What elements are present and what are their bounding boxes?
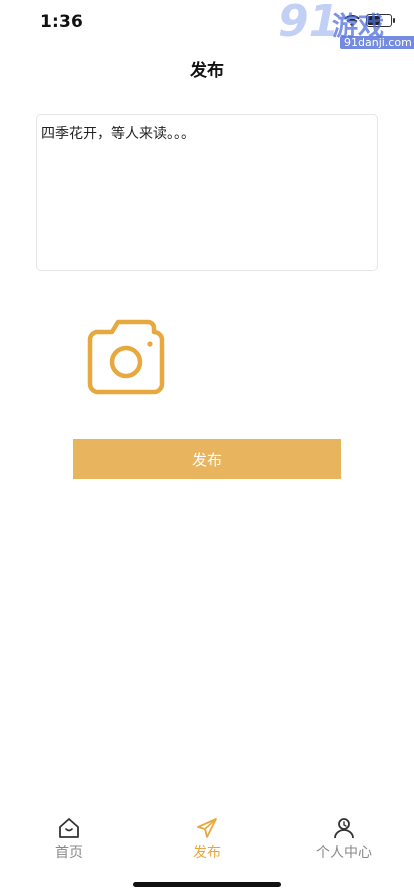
battery-fill (368, 16, 380, 25)
status-bar: 1:36 (0, 0, 414, 44)
user-icon (334, 818, 354, 839)
tab-home[interactable]: 首页 (24, 812, 114, 862)
page-title: 发布 (190, 61, 224, 81)
tab-label-home: 首页 (55, 845, 83, 861)
tab-bar: 首页 发布 个人中心 (0, 812, 414, 872)
wifi-icon (344, 14, 360, 26)
status-icons (344, 14, 395, 27)
add-photo-button[interactable] (86, 318, 166, 396)
status-time: 1:36 (40, 12, 84, 32)
battery-icon (366, 14, 395, 27)
publish-button[interactable]: 发布 (73, 439, 341, 479)
home-icon (59, 818, 79, 838)
tab-profile[interactable]: 个人中心 (299, 812, 389, 862)
tab-label-profile: 个人中心 (316, 845, 372, 861)
camera-icon (87, 319, 165, 395)
send-icon (197, 818, 217, 838)
home-indicator[interactable] (133, 882, 281, 887)
tab-label-publish: 发布 (193, 845, 221, 861)
tab-publish[interactable]: 发布 (162, 812, 252, 862)
post-text-input[interactable]: 四季花开，等人来读。。。 (36, 114, 378, 271)
